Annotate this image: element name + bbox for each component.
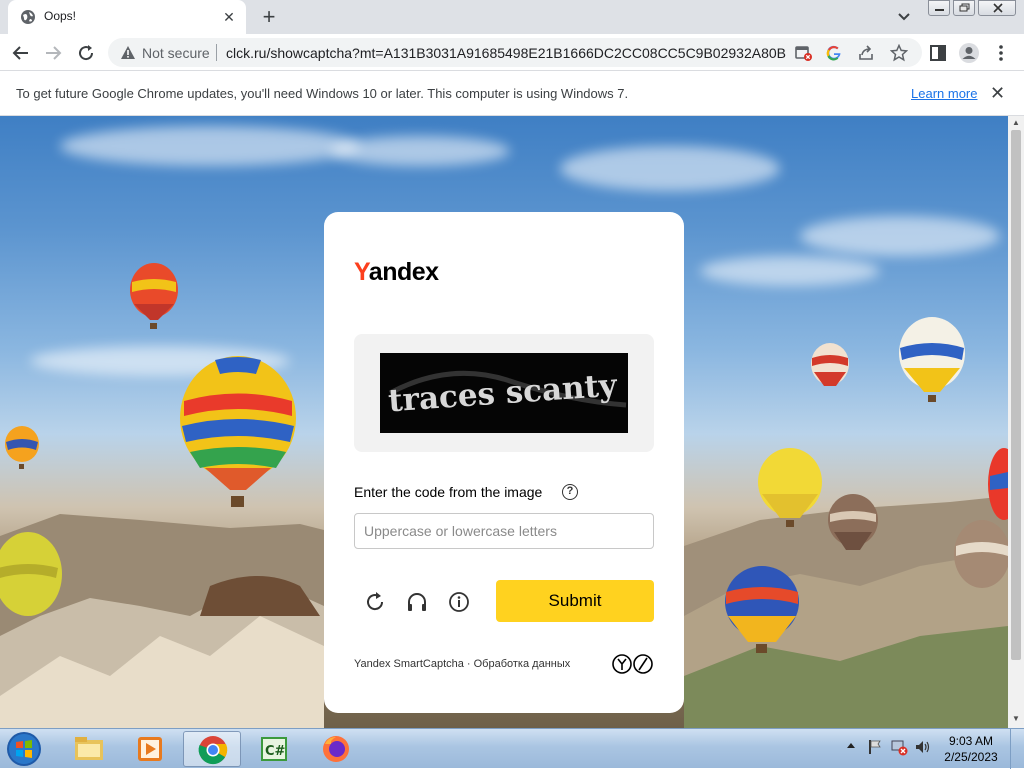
forward-button[interactable]	[40, 40, 66, 66]
refresh-captcha-icon[interactable]	[362, 589, 388, 615]
tab-search-chevron-icon[interactable]	[892, 7, 916, 27]
infobar-message: To get future Google Chrome updates, you…	[16, 86, 629, 101]
address-bar[interactable]: Not secure clck.ru/showcaptcha?mt=A131B3…	[108, 38, 922, 67]
tray-expand-icon[interactable]	[845, 738, 857, 754]
taskbar-csharp-app[interactable]: C#	[245, 731, 303, 767]
update-infobar: To get future Google Chrome updates, you…	[0, 71, 1024, 116]
captcha-image-container: traces scanty	[354, 334, 654, 452]
new-tab-button[interactable]: +	[256, 5, 282, 31]
taskbar-chrome[interactable]	[183, 731, 241, 767]
balloon	[811, 343, 849, 386]
reload-button[interactable]	[73, 40, 99, 66]
globe-icon	[21, 10, 35, 24]
tab-close-icon[interactable]: ✕	[220, 8, 238, 26]
browser-toolbar: Not secure clck.ru/showcaptcha?mt=A131B3…	[0, 34, 1024, 71]
balloon	[5, 426, 39, 469]
arrow-right-icon	[46, 46, 62, 60]
show-desktop-button[interactable]	[1010, 729, 1024, 769]
infobar-close-icon[interactable]: ✕	[990, 83, 1005, 104]
balloon	[899, 317, 965, 402]
captcha-prompt-label: Enter the code from the image	[354, 484, 543, 500]
url-text[interactable]: clck.ru/showcaptcha?mt=A131B3031A9168549…	[226, 45, 786, 61]
help-icon[interactable]: ?	[562, 484, 578, 500]
windows-taskbar: C# 9:03 AM 2/25/2023	[0, 728, 1024, 769]
media-player-icon	[138, 737, 162, 761]
clock-date: 2/25/2023	[944, 750, 998, 764]
smartcaptcha-brand-icon	[612, 654, 653, 674]
arrow-left-icon	[12, 46, 28, 60]
folder-icon	[75, 737, 103, 760]
scrollbar-thumb[interactable]	[1011, 130, 1021, 660]
scroll-up-arrow-icon[interactable]: ▲	[1012, 118, 1020, 127]
captcha-footer-link[interactable]: Yandex SmartCaptcha · Обработка данных	[354, 658, 570, 670]
address-separator	[216, 44, 217, 61]
taskbar-firefox[interactable]	[307, 731, 365, 767]
page-scrollbar[interactable]: ▲ ▼	[1008, 116, 1024, 728]
learn-more-link[interactable]: Learn more	[911, 86, 977, 101]
clock-time: 9:03 AM	[948, 734, 994, 748]
network-disconnected-icon[interactable]	[890, 738, 908, 756]
audio-captcha-headphones-icon[interactable]	[404, 589, 430, 615]
svg-text:C#: C#	[265, 744, 286, 759]
logo-letter-y: Y	[354, 258, 369, 286]
menu-kebab-icon[interactable]	[990, 42, 1012, 64]
system-clock[interactable]: 9:03 AM 2/25/2023	[936, 733, 1006, 765]
large-balloon	[180, 356, 296, 507]
tab-strip: Oops! ✕ +	[0, 0, 1024, 34]
profile-avatar-icon[interactable]	[958, 42, 980, 64]
volume-icon[interactable]	[914, 738, 932, 756]
warning-icon[interactable]	[120, 45, 136, 60]
balloon	[954, 520, 1008, 588]
reload-icon	[79, 45, 94, 61]
tab-title: Oops!	[44, 9, 77, 23]
back-button[interactable]	[8, 40, 34, 66]
share-icon[interactable]	[857, 44, 875, 62]
restore-button[interactable]	[953, 0, 975, 16]
logo-letters: andex	[368, 258, 439, 286]
bookmark-star-icon[interactable]	[890, 44, 908, 62]
side-panel-icon[interactable]	[927, 42, 949, 64]
close-window-button[interactable]	[978, 0, 1016, 16]
action-center-flag-icon[interactable]	[866, 738, 884, 756]
google-translate-icon[interactable]	[825, 44, 843, 62]
blocked-popup-icon[interactable]	[794, 44, 812, 62]
captcha-card: Yandex traces scanty Enter the code from…	[324, 212, 684, 713]
firefox-icon	[323, 736, 349, 762]
captcha-image: traces scanty	[380, 353, 628, 433]
scroll-down-arrow-icon[interactable]: ▼	[1012, 714, 1020, 723]
yandex-logo: Yandex	[354, 258, 439, 287]
minimize-button[interactable]	[928, 0, 950, 16]
submit-button[interactable]: Submit	[496, 580, 654, 622]
balloon	[130, 263, 178, 329]
chrome-icon	[198, 736, 228, 765]
browser-tab[interactable]: Oops! ✕	[8, 0, 246, 34]
csharp-icon: C#	[261, 737, 287, 761]
taskbar-explorer[interactable]	[60, 731, 118, 767]
captcha-input[interactable]	[354, 513, 654, 549]
taskbar-media-player[interactable]	[121, 731, 179, 767]
start-button-windows-orb-icon[interactable]	[4, 730, 44, 768]
info-icon[interactable]	[446, 589, 472, 615]
security-label[interactable]: Not secure	[142, 45, 210, 61]
